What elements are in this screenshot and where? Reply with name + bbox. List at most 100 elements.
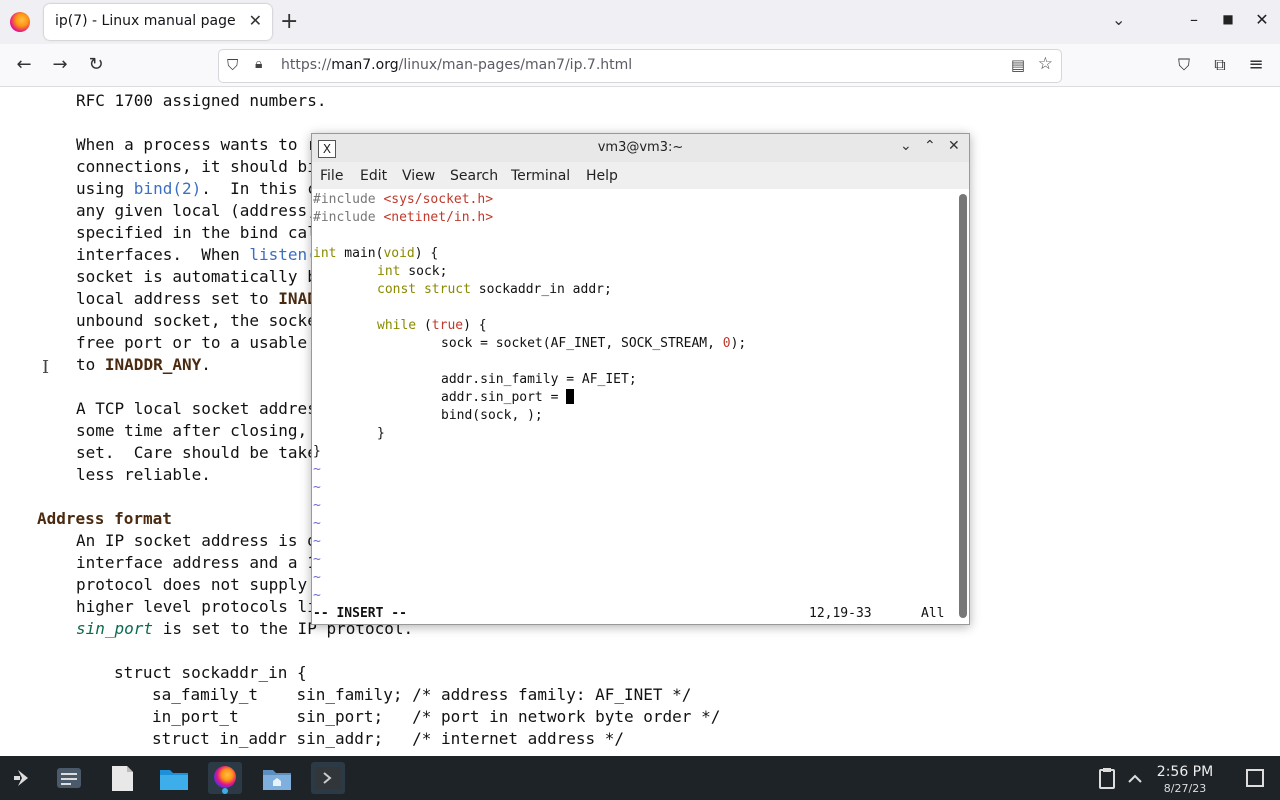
close-icon[interactable]: ✕	[948, 138, 960, 154]
code-line: sock = socket(AF_INET, SOCK_STREAM, 0);	[441, 336, 747, 351]
minimize-icon[interactable]: –	[1179, 10, 1209, 29]
menu-edit[interactable]: Edit	[360, 168, 387, 184]
terminal-window[interactable]: X vm3@vm3:~ ⌄ ⌃ ✕ File Edit View Search …	[311, 133, 970, 625]
code-line: bind(sock, );	[441, 408, 543, 423]
page-line: to INADDR_ANY.	[76, 355, 211, 374]
show-desktop-icon[interactable]	[1238, 762, 1272, 794]
listen-link[interactable]: listen(	[249, 245, 316, 264]
menu-view[interactable]: View	[402, 168, 435, 184]
terminal-menubar: File Edit View Search Terminal Help	[312, 162, 969, 189]
app-launcher-icon[interactable]	[6, 762, 40, 794]
menu-help[interactable]: Help	[586, 168, 618, 184]
code-line: #include <netinet/in.h>	[313, 210, 494, 225]
page-line: higher level protocols li	[76, 597, 317, 616]
bookmark-star-icon[interactable]: ☆	[1038, 54, 1053, 74]
menu-icon[interactable]: ≡	[1244, 53, 1268, 77]
terminal-titlebar[interactable]: X vm3@vm3:~ ⌄ ⌃ ✕	[312, 134, 969, 163]
vim-scroll-position: All	[921, 606, 945, 621]
page-line: free port or to a usable	[76, 333, 308, 352]
text-editor-icon[interactable]	[105, 762, 139, 794]
new-tab-icon[interactable]: +	[280, 8, 298, 36]
page-line: less reliable.	[76, 465, 211, 484]
page-line: specified in the bind cal	[76, 223, 317, 242]
file-manager-icon[interactable]	[157, 762, 191, 794]
empty-line-marker: ~	[313, 588, 321, 603]
shield-icon[interactable]: ⛉	[227, 56, 238, 74]
empty-line-marker: ~	[313, 552, 321, 567]
page-line: struct sockaddr_in {	[114, 663, 307, 682]
reload-icon[interactable]: ↻	[84, 53, 108, 77]
page-line: interface address and a 1	[76, 553, 317, 572]
chevron-down-icon[interactable]: ⌄	[1112, 10, 1125, 29]
tab-title: ip(7) - Linux manual page	[55, 13, 236, 29]
vim-editor[interactable]: #include <sys/socket.h> #include <netine…	[313, 190, 953, 622]
nav-bar: ← → ↻ ⛉ 🔒︎ https://man7.org/linux/man-pa…	[0, 44, 1280, 87]
maximize-icon[interactable]: ⌃	[924, 138, 936, 154]
page-line: some time after closing,	[76, 421, 308, 440]
tab-bar: ip(7) - Linux manual page ✕ + ⌄ – ■ ✕	[0, 0, 1280, 44]
url-bar[interactable]: ⛉ 🔒︎ https://man7.org/linux/man-pages/ma…	[218, 49, 1062, 83]
text-cursor	[566, 389, 575, 404]
code-line: addr.sin_port =	[441, 389, 575, 407]
menu-terminal[interactable]: Terminal	[511, 168, 570, 184]
maximize-icon[interactable]: ■	[1213, 12, 1243, 26]
page-line: When a process wants to r	[76, 135, 317, 154]
section-heading: Address format	[37, 509, 172, 528]
clock-date: 8/27/23	[1163, 782, 1207, 795]
empty-line-marker: ~	[313, 462, 321, 477]
back-icon[interactable]: ←	[12, 53, 36, 77]
minimize-icon[interactable]: ⌄	[900, 138, 912, 154]
empty-line-marker: ~	[313, 516, 321, 531]
empty-line-marker: ~	[313, 534, 321, 549]
page-line: An IP socket address is d	[76, 531, 317, 550]
vim-mode: -- INSERT --	[313, 606, 407, 621]
firefox-icon[interactable]	[10, 12, 30, 32]
terminal-title: vm3@vm3:~	[597, 140, 684, 155]
code-line: const struct sockaddr_in addr;	[377, 282, 612, 297]
firefox-taskbar-icon[interactable]	[208, 762, 242, 794]
page-line: using bind(2). In this c	[76, 179, 317, 198]
code-line: int sock;	[377, 264, 448, 279]
page-line: unbound socket, the socke	[76, 311, 317, 330]
page-line: set. Care should be take	[76, 443, 317, 462]
text-cursor-icon: I	[42, 357, 50, 378]
reader-view-icon[interactable]: ▤	[1011, 56, 1025, 74]
code-line: }	[377, 426, 385, 441]
empty-line-marker: ~	[313, 570, 321, 585]
chevron-up-icon[interactable]	[1118, 762, 1152, 794]
system-settings-icon[interactable]	[52, 762, 86, 794]
lock-icon[interactable]: 🔒︎	[255, 56, 262, 72]
page-line: RFC 1700 assigned numbers.	[76, 91, 327, 110]
page-line: local address set to INAD	[76, 289, 317, 308]
code-line: #include <sys/socket.h>	[313, 192, 494, 207]
page-line: A TCP local socket addres	[76, 399, 317, 418]
code-line: }	[313, 444, 321, 459]
terminal-taskbar-icon[interactable]	[311, 762, 345, 794]
bind-link[interactable]: bind(2)	[134, 179, 201, 198]
forward-icon[interactable]: →	[48, 53, 72, 77]
page-line: interfaces. When listen(	[76, 245, 317, 264]
code-line: while (true) {	[377, 318, 487, 333]
page-line: sa_family_t sin_family; /* address famil…	[152, 685, 692, 704]
close-icon[interactable]: ✕	[249, 11, 262, 30]
window-close-icon[interactable]: ✕	[1247, 10, 1277, 29]
empty-line-marker: ~	[313, 480, 321, 495]
page-line: struct in_addr sin_addr; /* internet add…	[152, 729, 625, 748]
tab-active[interactable]: ip(7) - Linux manual page ✕	[44, 4, 272, 40]
page-line: socket is automatically b	[76, 267, 317, 286]
extensions-icon[interactable]: ⧉	[1208, 53, 1232, 77]
code-line: addr.sin_family = AF_IET;	[441, 372, 637, 387]
vim-cursor-position: 12,19-33	[809, 606, 872, 621]
empty-line-marker: ~	[313, 498, 321, 513]
url-text[interactable]: https://man7.org/linux/man-pages/man7/ip…	[281, 57, 632, 73]
home-folder-icon[interactable]	[260, 762, 294, 794]
page-line: connections, it should bi	[76, 157, 317, 176]
terminal-scrollbar[interactable]	[959, 194, 967, 618]
code-line: int main(void) {	[313, 246, 439, 261]
page-line: in_port_t sin_port; /* port in network b…	[152, 707, 721, 726]
pocket-icon[interactable]: ⛉	[1172, 53, 1196, 77]
taskbar: 2:56 PM 8/27/23	[0, 756, 1280, 800]
clock-time[interactable]: 2:56 PM	[1150, 764, 1220, 780]
menu-search[interactable]: Search	[450, 168, 498, 184]
menu-file[interactable]: File	[320, 168, 343, 184]
